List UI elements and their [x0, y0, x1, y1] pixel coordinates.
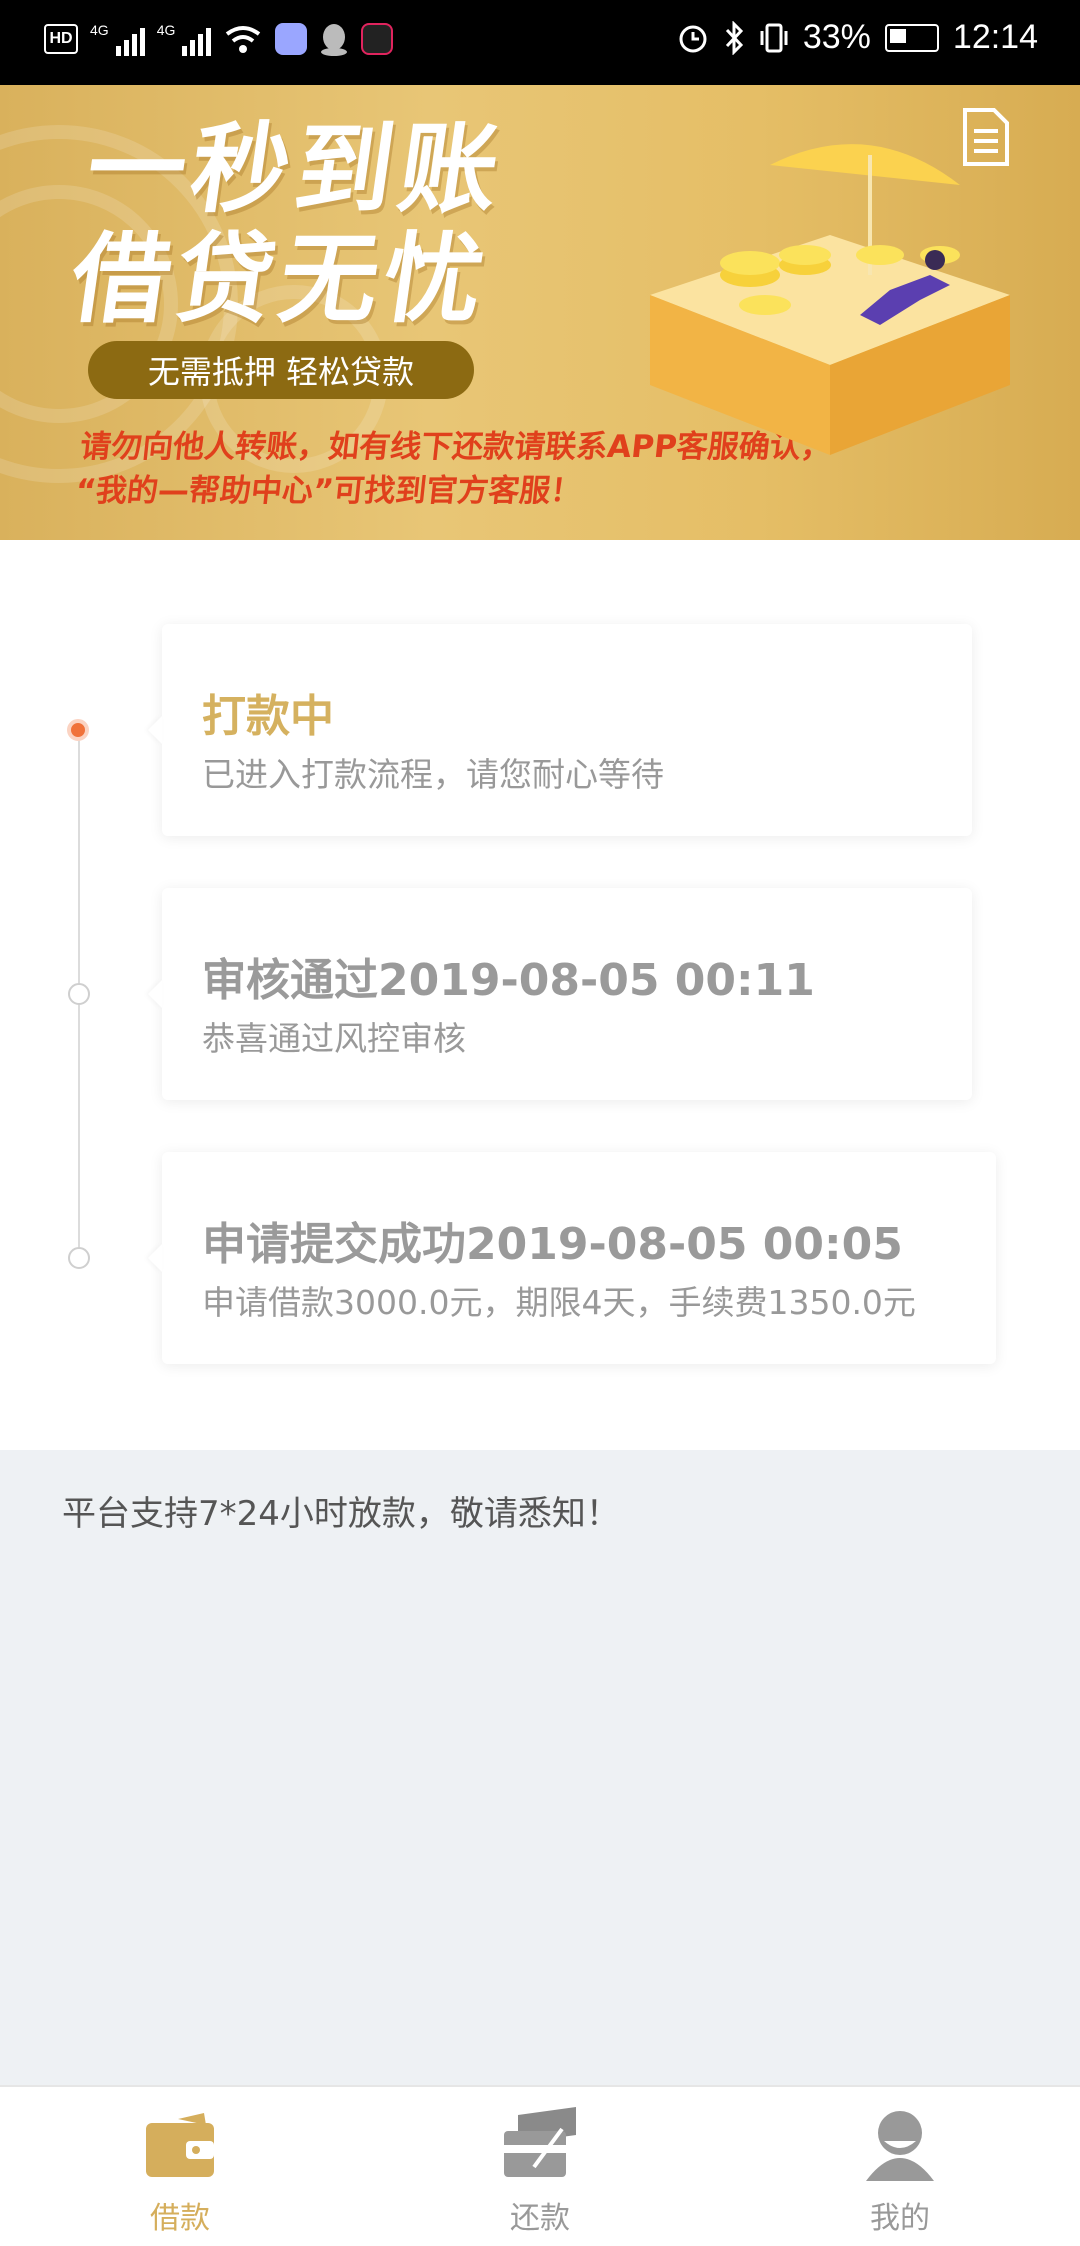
user-icon [866, 2111, 934, 2181]
card-icon [504, 2107, 576, 2177]
nav-repay[interactable]: 还款 [360, 2087, 720, 2246]
nav-label: 借款 [150, 2201, 210, 2236]
battery-percent: 33% [802, 18, 871, 56]
timeline-card-approved: 审核通过2019-08-05 00:11 恭喜通过风控审核 [162, 888, 972, 1100]
step-title: 申请提交成功2019-08-05 00:05 [202, 1219, 903, 1270]
nav-label: 我的 [870, 2201, 930, 2236]
step-desc: 申请借款3000.0元，期限4天，手续费1350.0元 [202, 1283, 916, 1322]
qq-icon [321, 24, 348, 56]
promo-banner[interactable]: 一秒到账 借贷无忧 无需抵押 轻松贷款 请勿向他人转账，如有线下还款请联系APP… [0, 85, 1080, 540]
banner-illustration [650, 144, 1010, 455]
nav-label: 还款 [510, 2201, 570, 2236]
status-bar: HD 4G 4G 33% 12:14 [0, 0, 1080, 85]
hd-badge: HD [44, 24, 78, 54]
banner-headline: 一秒到账 借贷无忧 [64, 113, 512, 337]
bluetooth-icon [725, 20, 743, 55]
nav-borrow[interactable]: 借款 [0, 2087, 360, 2246]
timeline-card-disbursing: 打款中 已进入打款流程，请您耐心等待 [162, 624, 972, 836]
nav-mine[interactable]: 我的 [720, 2087, 1080, 2246]
timeline-dot-active [67, 719, 89, 741]
alarm-icon [679, 25, 707, 52]
wallet-icon [146, 2113, 214, 2177]
banner-pill: 无需抵押 轻松贷款 [88, 341, 474, 399]
signal-icon: 4G [90, 22, 145, 56]
bottom-nav: 借款 还款 我的 [0, 2085, 1080, 2246]
timeline-dot [68, 983, 90, 1005]
step-desc: 恭喜通过风控审核 [202, 1019, 466, 1058]
clock: 12:14 [952, 18, 1038, 56]
timeline-card-submitted: 申请提交成功2019-08-05 00:05 申请借款3000.0元，期限4天，… [162, 1152, 996, 1364]
signal-icon-2: 4G [157, 22, 212, 56]
document-icon[interactable] [962, 107, 1010, 167]
progress-timeline: 打款中 已进入打款流程，请您耐心等待 审核通过2019-08-05 00:11 … [0, 540, 1080, 1450]
tiktok-icon [361, 23, 394, 55]
step-title: 审核通过2019-08-05 00:11 [202, 955, 815, 1006]
app-notification-icon [275, 23, 308, 55]
step-desc: 已进入打款流程，请您耐心等待 [202, 755, 664, 794]
vibrate-icon [760, 23, 788, 52]
wifi-icon [226, 26, 261, 53]
step-title: 打款中 [202, 691, 334, 742]
battery-icon [884, 23, 939, 52]
timeline-dot [68, 1247, 90, 1269]
service-notice: 平台支持7*24小时放款，敬请悉知！ [62, 1494, 620, 1534]
